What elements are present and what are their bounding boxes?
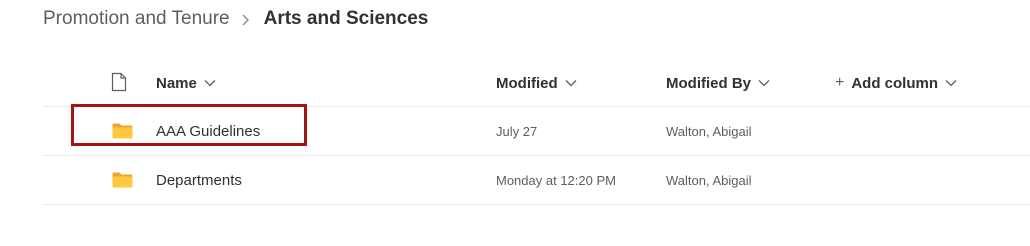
breadcrumb: Promotion and Tenure Arts and Sciences [43,6,428,32]
breadcrumb-current: Arts and Sciences [263,8,429,29]
item-name-link[interactable]: AAA Guidelines [156,107,260,155]
list-item[interactable]: AAA Guidelines July 27 Walton, Abigail [43,107,1030,156]
chevron-right-icon [230,6,264,32]
chevron-down-icon [758,79,770,87]
item-modified-by: Walton, Abigail [666,172,752,188]
list-item[interactable]: Departments Monday at 12:20 PM Walton, A… [43,156,1030,205]
column-header-name-label: Name [156,74,197,92]
document-icon[interactable] [111,72,127,92]
column-header-name[interactable]: Name [156,60,216,106]
column-header-modified[interactable]: Modified [496,60,577,106]
chevron-down-icon [204,79,216,87]
column-header-modified-label: Modified [496,74,558,92]
document-library-view: Promotion and Tenure Arts and Sciences N… [0,0,1030,246]
folder-icon [112,123,133,139]
list-header-row: Name Modified Modified By + Add column [43,60,1030,107]
chevron-down-icon [565,79,577,87]
item-modified: July 27 [496,123,538,139]
add-column-label: Add column [851,74,939,92]
item-name-link[interactable]: Departments [156,156,242,204]
item-modified-by: Walton, Abigail [666,123,752,139]
column-header-modified-by[interactable]: Modified By [666,60,770,106]
item-modified: Monday at 12:20 PM [496,172,616,188]
add-column-button[interactable]: + Add column [835,60,957,106]
breadcrumb-parent-link[interactable]: Promotion and Tenure [43,8,230,30]
chevron-down-icon [945,79,957,87]
folder-icon [112,172,133,188]
plus-icon: + [835,74,845,91]
column-header-modified-by-label: Modified By [666,74,751,92]
